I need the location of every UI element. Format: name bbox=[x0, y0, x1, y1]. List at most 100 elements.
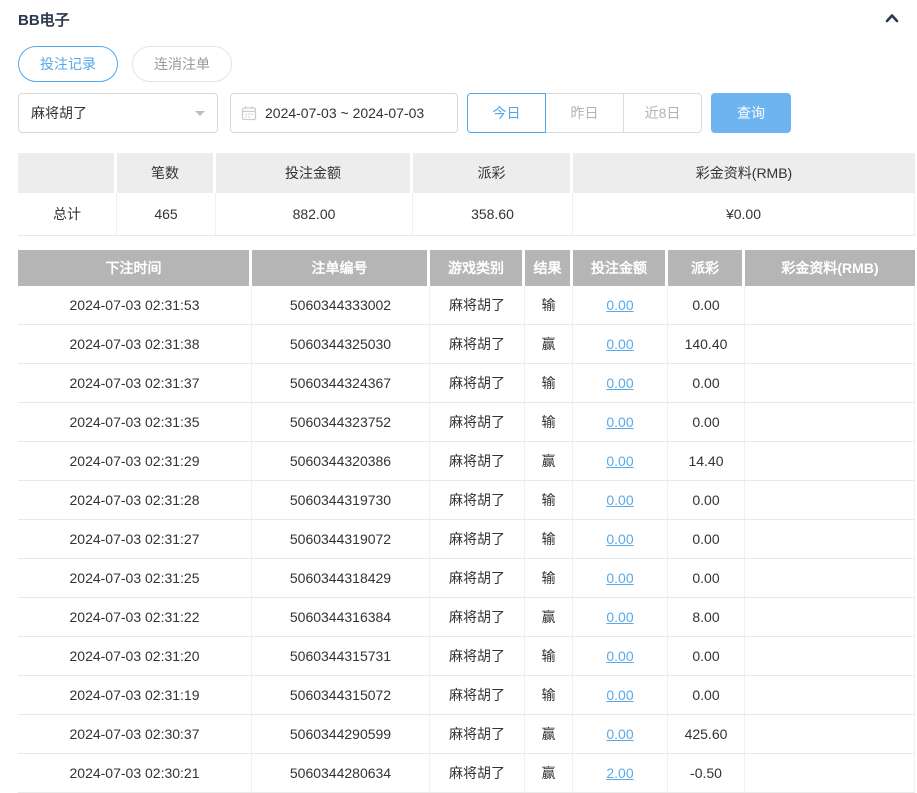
bet-amount-link[interactable]: 0.00 bbox=[606, 453, 633, 469]
collapse-button[interactable] bbox=[881, 8, 903, 30]
order-no-cell: 5060344290599 bbox=[252, 715, 430, 753]
payout-cell: 425.60 bbox=[668, 715, 745, 753]
tab-cascade-orders[interactable]: 连消注单 bbox=[132, 46, 232, 82]
bet-amount-link[interactable]: 0.00 bbox=[606, 336, 633, 352]
summary-total-count: 465 bbox=[117, 193, 216, 235]
payout-cell: 0.00 bbox=[668, 676, 745, 714]
result-cell: 输 bbox=[525, 559, 573, 597]
payout-cell: 14.40 bbox=[668, 442, 745, 480]
jackpot-cell bbox=[745, 403, 915, 441]
game-type-cell: 麻将胡了 bbox=[430, 325, 525, 363]
result-cell: 输 bbox=[525, 403, 573, 441]
bet-record-panel: BB电子 投注记录 连消注单 麻将胡了 2024-07-03 ~ 2024-07… bbox=[0, 0, 917, 793]
summary-header-bet-amount: 投注金额 bbox=[216, 153, 413, 193]
order-no-cell: 5060344325030 bbox=[252, 325, 430, 363]
game-type-cell: 麻将胡了 bbox=[430, 364, 525, 402]
game-type-cell: 麻将胡了 bbox=[430, 442, 525, 480]
bet-amount-link[interactable]: 2.00 bbox=[606, 765, 633, 781]
bet-amount-link[interactable]: 0.00 bbox=[606, 297, 633, 313]
bet-amount-link[interactable]: 0.00 bbox=[606, 375, 633, 391]
bet-table-body: 2024-07-03 02:31:53 5060344333002 麻将胡了 输… bbox=[18, 286, 915, 793]
jackpot-cell bbox=[745, 520, 915, 558]
bet-amount-link[interactable]: 0.00 bbox=[606, 609, 633, 625]
order-no-cell: 5060344319072 bbox=[252, 520, 430, 558]
summary-total-bet-amount: 882.00 bbox=[216, 193, 413, 235]
bet-amount-cell: 0.00 bbox=[573, 637, 668, 675]
payout-cell: -0.50 bbox=[668, 754, 745, 792]
result-cell: 赢 bbox=[525, 715, 573, 753]
result-cell: 输 bbox=[525, 364, 573, 402]
bet-time-cell: 2024-07-03 02:31:22 bbox=[18, 598, 252, 636]
payout-cell: 0.00 bbox=[668, 637, 745, 675]
bet-amount-cell: 0.00 bbox=[573, 325, 668, 363]
table-row: 2024-07-03 02:31:35 5060344323752 麻将胡了 输… bbox=[18, 403, 915, 442]
col-header-jackpot: 彩金资料(RMB) bbox=[781, 260, 879, 276]
order-no-cell: 5060344324367 bbox=[252, 364, 430, 402]
result-cell: 赢 bbox=[525, 754, 573, 792]
today-button[interactable]: 今日 bbox=[467, 93, 546, 133]
result-cell: 输 bbox=[525, 520, 573, 558]
game-type-cell: 麻将胡了 bbox=[430, 676, 525, 714]
jackpot-cell bbox=[745, 598, 915, 636]
order-no-cell: 5060344315731 bbox=[252, 637, 430, 675]
chevron-up-icon bbox=[883, 9, 901, 30]
bet-amount-link[interactable]: 0.00 bbox=[606, 492, 633, 508]
summary-header-blank bbox=[18, 153, 117, 193]
bet-amount-cell: 0.00 bbox=[573, 676, 668, 714]
summary-total-payout: 358.60 bbox=[413, 193, 573, 235]
bet-amount-link[interactable]: 0.00 bbox=[606, 414, 633, 430]
bet-time-cell: 2024-07-03 02:30:21 bbox=[18, 754, 252, 792]
payout-cell: 0.00 bbox=[668, 481, 745, 519]
search-button[interactable]: 查询 bbox=[711, 93, 791, 133]
game-type-cell: 麻将胡了 bbox=[430, 286, 525, 324]
bet-amount-cell: 0.00 bbox=[573, 286, 668, 324]
order-no-cell: 5060344320386 bbox=[252, 442, 430, 480]
order-no-cell: 5060344333002 bbox=[252, 286, 430, 324]
bet-amount-link[interactable]: 0.00 bbox=[606, 726, 633, 742]
game-type-cell: 麻将胡了 bbox=[430, 559, 525, 597]
last-8-days-button[interactable]: 近8日 bbox=[623, 93, 702, 133]
bet-amount-link[interactable]: 0.00 bbox=[606, 687, 633, 703]
payout-cell: 140.40 bbox=[668, 325, 745, 363]
table-row: 2024-07-03 02:30:21 5060344280634 麻将胡了 赢… bbox=[18, 754, 915, 793]
summary-total-label: 总计 bbox=[18, 193, 117, 235]
jackpot-cell bbox=[745, 325, 915, 363]
panel-header: BB电子 bbox=[18, 8, 917, 30]
col-header-game-type: 游戏类别 bbox=[430, 250, 525, 286]
game-type-cell: 麻将胡了 bbox=[430, 403, 525, 441]
table-row: 2024-07-03 02:31:53 5060344333002 麻将胡了 输… bbox=[18, 286, 915, 325]
summary-table: 笔数 投注金额 派彩 彩金资料(RMB) 总计 465 882.00 358.6… bbox=[18, 153, 915, 236]
date-range-picker[interactable]: 2024-07-03 ~ 2024-07-03 bbox=[230, 93, 458, 133]
table-row: 2024-07-03 02:31:22 5060344316384 麻将胡了 赢… bbox=[18, 598, 915, 637]
bet-amount-link[interactable]: 0.00 bbox=[606, 531, 633, 547]
jackpot-cell bbox=[745, 364, 915, 402]
table-row: 2024-07-03 02:31:28 5060344319730 麻将胡了 输… bbox=[18, 481, 915, 520]
game-type-cell: 麻将胡了 bbox=[430, 715, 525, 753]
table-row: 2024-07-03 02:31:38 5060344325030 麻将胡了 赢… bbox=[18, 325, 915, 364]
bet-table-header: 下注时间 注单编号 游戏类别 结果 投注金额 派彩 彩金资料(RMB) bbox=[18, 250, 915, 286]
quick-date-group: 今日 昨日 近8日 bbox=[467, 93, 702, 133]
table-row: 2024-07-03 02:30:37 5060344290599 麻将胡了 赢… bbox=[18, 715, 915, 754]
game-type-cell: 麻将胡了 bbox=[430, 637, 525, 675]
order-no-cell: 5060344318429 bbox=[252, 559, 430, 597]
game-select[interactable]: 麻将胡了 bbox=[18, 93, 218, 133]
jackpot-cell bbox=[745, 637, 915, 675]
payout-cell: 0.00 bbox=[668, 559, 745, 597]
summary-header-row: 笔数 投注金额 派彩 彩金资料(RMB) bbox=[18, 153, 915, 193]
bet-amount-link[interactable]: 0.00 bbox=[606, 648, 633, 664]
result-cell: 输 bbox=[525, 286, 573, 324]
result-cell: 赢 bbox=[525, 325, 573, 363]
game-select-value: 麻将胡了 bbox=[31, 105, 87, 121]
summary-header-payout: 派彩 bbox=[413, 153, 573, 193]
bet-time-cell: 2024-07-03 02:31:37 bbox=[18, 364, 252, 402]
yesterday-button[interactable]: 昨日 bbox=[545, 93, 624, 133]
bet-amount-cell: 0.00 bbox=[573, 598, 668, 636]
chevron-down-icon bbox=[195, 110, 205, 116]
table-row: 2024-07-03 02:31:20 5060344315731 麻将胡了 输… bbox=[18, 637, 915, 676]
tab-bet-records[interactable]: 投注记录 bbox=[18, 46, 118, 82]
result-cell: 赢 bbox=[525, 442, 573, 480]
bet-time-cell: 2024-07-03 02:30:37 bbox=[18, 715, 252, 753]
filter-bar: 麻将胡了 2024-07-03 ~ 2024-07-03 今日 昨日 近8日 查… bbox=[18, 93, 917, 133]
bet-amount-link[interactable]: 0.00 bbox=[606, 570, 633, 586]
order-no-cell: 5060344316384 bbox=[252, 598, 430, 636]
